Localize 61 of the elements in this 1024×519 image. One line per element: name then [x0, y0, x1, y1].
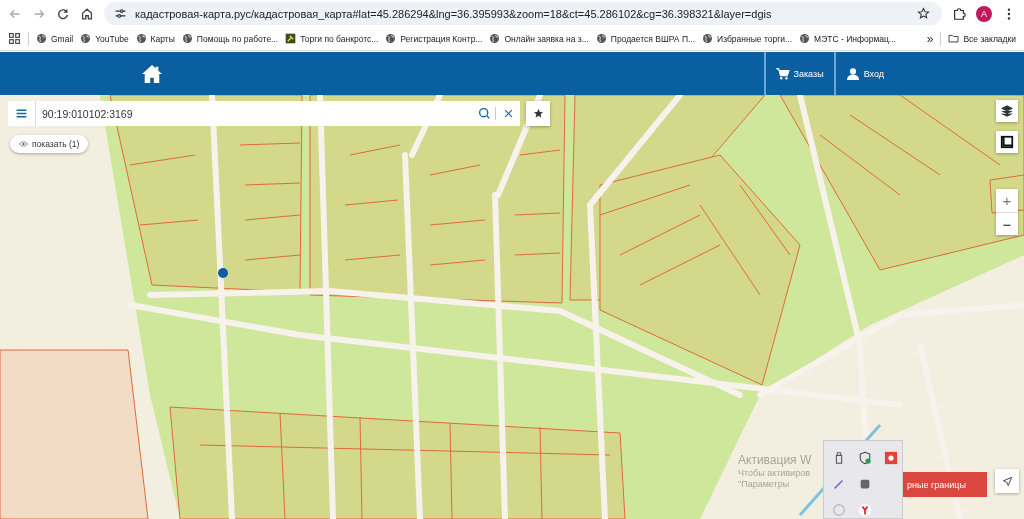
bookmark-link[interactable]: МЭТС - Информац...: [799, 33, 896, 44]
bookmark-link[interactable]: Gmail: [36, 33, 74, 44]
zoom-button[interactable]: +: [996, 189, 1018, 212]
close-icon: [502, 108, 514, 119]
locate-button[interactable]: [995, 469, 1019, 493]
clear-button[interactable]: [496, 101, 520, 126]
folder-icon: [948, 33, 960, 44]
globe-icon: [489, 33, 501, 44]
user-icon: [845, 67, 860, 80]
gavel-icon: [285, 33, 297, 44]
profile-avatar[interactable]: A: [976, 5, 992, 22]
search-icon: [477, 107, 491, 120]
home-icon[interactable]: [141, 63, 163, 84]
all-bookmarks-link[interactable]: Все закладки: [948, 33, 1016, 44]
activation-notice-text: Активация W: [738, 453, 812, 467]
frame-button[interactable]: [996, 131, 1018, 153]
globe-icon: [36, 33, 47, 44]
globe-icon: [799, 33, 811, 44]
record-icon[interactable]: [884, 451, 898, 465]
shield-icon[interactable]: [858, 451, 872, 465]
search-button[interactable]: [472, 101, 496, 126]
eye-icon: [19, 141, 28, 147]
bookmark-link[interactable]: Избранные торги...: [702, 33, 793, 44]
favorites-button[interactable]: [526, 101, 550, 126]
globe-icon: [702, 33, 714, 44]
zoom-button[interactable]: −: [996, 212, 1018, 235]
star-icon: [532, 108, 544, 119]
menu-icon: [15, 107, 28, 120]
globe-icon: [80, 33, 92, 44]
bookmark-link[interactable]: Карты: [135, 33, 175, 44]
bookmark-link[interactable]: Торги по банкротс...: [285, 33, 379, 44]
letter-y-icon[interactable]: [858, 503, 872, 517]
puzzle-icon[interactable]: [952, 6, 966, 21]
reload-icon[interactable]: [56, 6, 70, 21]
bookmark-link[interactable]: Продается ВШРА П...: [595, 33, 696, 44]
borders-button[interactable]: рные границы: [903, 472, 987, 497]
location-marker: [218, 268, 228, 278]
home-icon[interactable]: [80, 6, 94, 21]
apps-grid-icon[interactable]: [8, 32, 21, 45]
site-settings-icon[interactable]: [114, 7, 127, 20]
globe-icon: [181, 33, 193, 44]
bookmark-link[interactable]: YouTube: [80, 33, 129, 44]
navigation-arrow-icon: [1001, 475, 1013, 487]
globe-icon: [135, 33, 147, 44]
square-frame-icon: [1000, 135, 1014, 149]
bookmark-link[interactable]: Онлайн заявка на з...: [489, 33, 589, 44]
layers-icon: [1000, 104, 1014, 118]
show-button[interactable]: показать (1): [10, 135, 89, 153]
layers-button[interactable]: [996, 100, 1018, 122]
more-bookmarks-button[interactable]: »: [926, 31, 934, 46]
bookmark-link[interactable]: Помощь по работе...: [181, 33, 279, 44]
activation-notice-text: "Параметры: [738, 479, 791, 489]
globe-icon: [595, 33, 607, 44]
address-bar[interactable]: кадастровая-карта.рус/кадастровая_карта#lat=45.286294&lng=36.395993&zoom=18&ct=45.286102&cg=36.398321&layer=dgis: [104, 2, 942, 25]
search-field[interactable]: 90:19:010102:3169: [36, 101, 472, 126]
globe-icon: [385, 33, 397, 44]
cart-icon: [775, 67, 790, 80]
bookmark-star-icon[interactable]: [917, 7, 930, 20]
activation-notice-text: Чтобы активиров: [738, 468, 811, 478]
menu-button[interactable]: [8, 101, 36, 126]
bookmark-link[interactable]: Регистрация Контр...: [385, 33, 483, 44]
